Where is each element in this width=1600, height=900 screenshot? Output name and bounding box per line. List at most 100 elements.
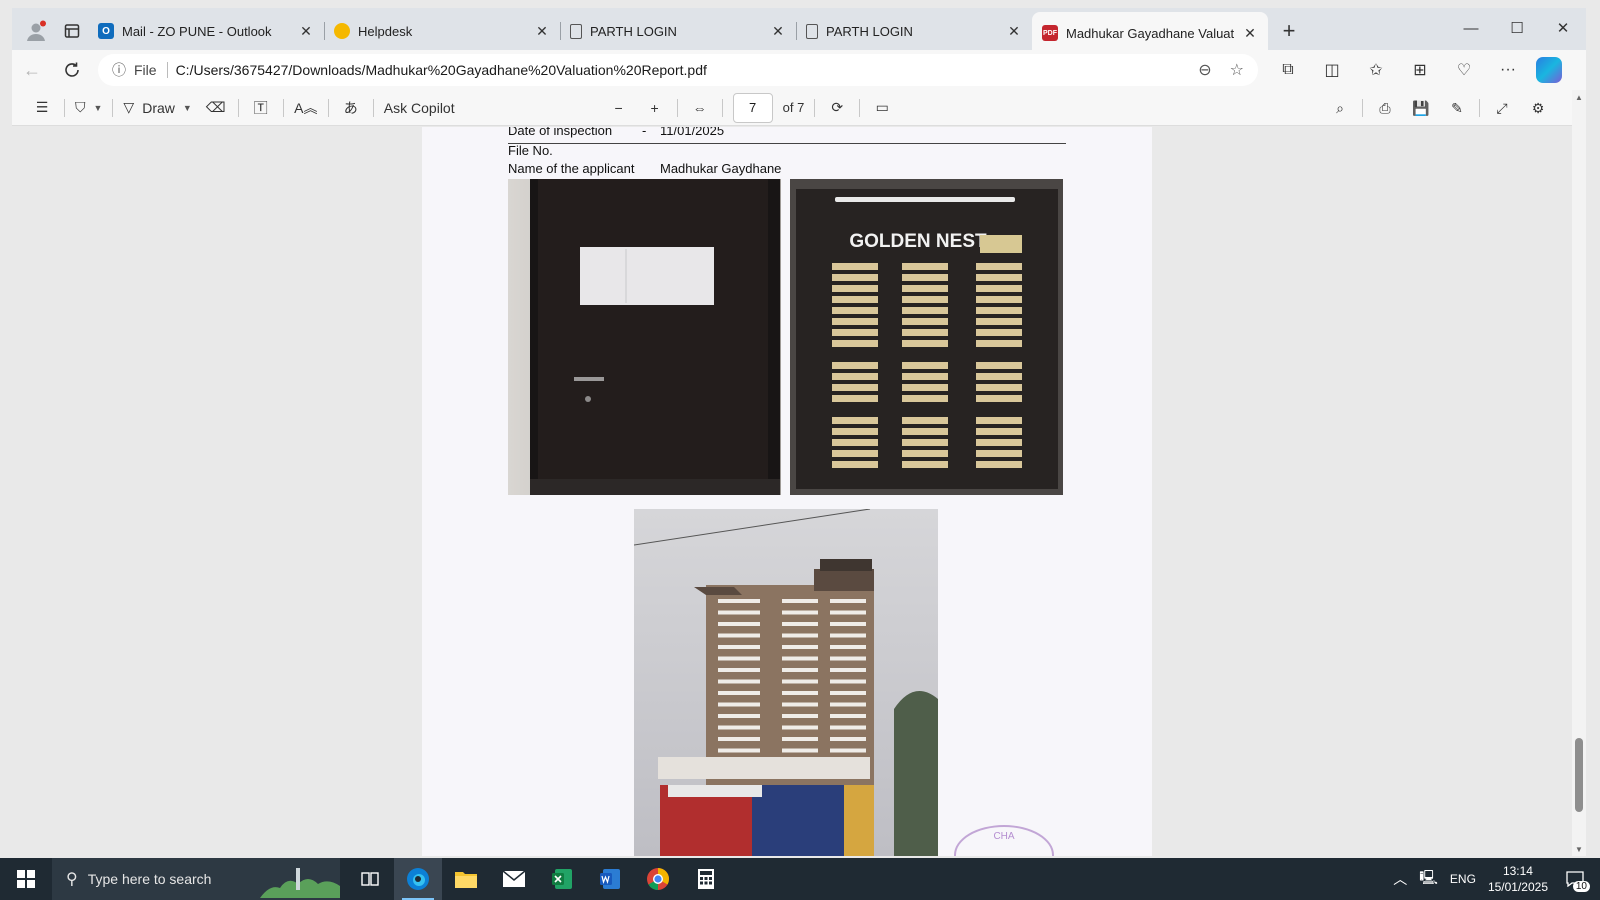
highlight-button[interactable]: ⛉ ▼ xyxy=(69,93,108,123)
back-icon[interactable]: ← xyxy=(12,53,52,87)
close-window-icon[interactable]: ✕ xyxy=(1540,8,1586,48)
inspection-date: 11/01/2025 xyxy=(660,127,725,138)
notification-center-icon[interactable]: 10 xyxy=(1560,864,1590,894)
save-icon[interactable]: 💾 xyxy=(1403,93,1439,123)
extensions-icon[interactable]: ⧉ xyxy=(1266,53,1310,87)
pdf-viewer[interactable]: Date of inspection - 11/01/2025 File No. N… xyxy=(12,127,1574,856)
tab-parth-login-1[interactable]: PARTH LOGIN ✕ xyxy=(560,12,796,50)
fit-to-width-icon[interactable]: ⇔ xyxy=(682,93,718,123)
page-number-input[interactable]: 7 xyxy=(732,92,773,123)
url-text[interactable]: C:/Users/3675427/Downloads/Madhukar%20Ga… xyxy=(176,62,1191,78)
address-bar-row: ← ⓘ File C:/Users/3675427/Downloads/Madh… xyxy=(12,50,1586,90)
translate-icon[interactable]: あ xyxy=(333,93,369,123)
page-view-icon[interactable]: ▭ xyxy=(864,93,900,123)
vertical-scrollbar[interactable]: ▲ ▼ xyxy=(1572,90,1586,856)
maximize-icon[interactable]: ☐ xyxy=(1494,8,1540,48)
rotate-icon[interactable]: ⟳ xyxy=(819,93,855,123)
contents-icon[interactable]: ☰ xyxy=(24,93,60,123)
name-plate xyxy=(832,318,878,325)
name-plate xyxy=(832,307,878,314)
task-view-icon[interactable] xyxy=(346,858,394,900)
minimize-icon[interactable]: ― xyxy=(1448,8,1494,48)
eraser-icon[interactable]: ⌫ xyxy=(198,93,234,123)
profile-avatar-icon[interactable] xyxy=(20,15,52,47)
excel-icon[interactable] xyxy=(538,858,586,900)
split-screen-icon[interactable]: ◫ xyxy=(1310,53,1354,87)
tab-helpdesk[interactable]: Helpdesk ✕ xyxy=(324,12,560,50)
name-plate xyxy=(976,428,1022,435)
zoom-out-icon[interactable]: ⊖ xyxy=(1198,60,1211,80)
close-tab-icon[interactable]: ✕ xyxy=(534,23,550,40)
tab-valuation-report[interactable]: PDF Madhukar Gayadhane Valuation F ✕ xyxy=(1032,12,1268,54)
browser-essentials-icon[interactable]: ♡ xyxy=(1442,53,1486,87)
draw-button[interactable]: ▽ Draw ▼ xyxy=(117,93,197,123)
copilot-icon[interactable] xyxy=(1536,57,1562,83)
name-plate xyxy=(832,362,878,369)
windows-start-icon[interactable] xyxy=(0,858,52,900)
search-icon: ⚲ xyxy=(66,871,78,888)
pdf-toolbar: ☰ ⛉ ▼ ▽ Draw ▼ ⌫ 🅃 A︽ あ Ask Copilot − + ⇔ 7… xyxy=(12,90,1586,126)
tab-parth-login-2[interactable]: PARTH LOGIN ✕ xyxy=(796,12,1032,50)
file-explorer-icon[interactable] xyxy=(442,858,490,900)
mail-icon[interactable] xyxy=(490,858,538,900)
name-plate xyxy=(976,395,1022,402)
balcony-rail xyxy=(830,691,866,695)
find-icon[interactable]: ⌕ xyxy=(1322,93,1358,123)
balcony-rail xyxy=(718,656,760,661)
name-plate xyxy=(832,274,878,281)
close-tab-icon[interactable]: ✕ xyxy=(770,23,786,40)
balcony-rail xyxy=(782,668,818,672)
network-icon[interactable]: 🖳 xyxy=(1419,867,1438,891)
chrome-icon[interactable] xyxy=(634,858,682,900)
calculator-icon[interactable] xyxy=(682,858,730,900)
print-icon[interactable]: ⎙ xyxy=(1367,93,1403,123)
clock-time: 13:14 xyxy=(1502,864,1533,878)
applicant-name: Madhukar Gaydhane xyxy=(660,161,782,176)
language-indicator[interactable]: ENG xyxy=(1450,872,1476,886)
scroll-thumb[interactable] xyxy=(1575,738,1583,812)
refresh-icon[interactable] xyxy=(52,53,92,87)
word-icon[interactable] xyxy=(586,858,634,900)
collections-icon[interactable]: ⊞ xyxy=(1398,53,1442,87)
chevron-down-icon: ▼ xyxy=(93,102,103,113)
tab-outlook[interactable]: O Mail - ZO PUNE - Outlook ✕ xyxy=(88,12,324,50)
info-icon[interactable]: ⓘ xyxy=(112,60,126,80)
balcony-rail xyxy=(718,599,760,603)
save-as-icon[interactable]: ✎ xyxy=(1439,93,1475,123)
address-input[interactable]: ⓘ File C:/Users/3675427/Downloads/Madhuk… xyxy=(98,54,1258,86)
balcony-rail xyxy=(718,679,760,684)
scroll-up-icon[interactable]: ▲ xyxy=(1572,90,1586,104)
balcony-rail xyxy=(830,622,866,626)
name-plate xyxy=(976,274,1022,281)
edge-browser-icon[interactable] xyxy=(394,858,442,900)
balcony-rail xyxy=(782,702,818,707)
zoom-out-button[interactable]: − xyxy=(601,93,637,123)
favorite-star-icon[interactable]: ☆ xyxy=(1230,60,1244,80)
balcony-rail xyxy=(782,610,818,615)
name-plate xyxy=(902,307,948,314)
close-tab-icon[interactable]: ✕ xyxy=(1242,25,1258,42)
tab-label: PARTH LOGIN xyxy=(590,23,677,39)
draw-label: Draw xyxy=(142,99,175,116)
read-aloud-icon[interactable]: A︽ xyxy=(288,93,324,123)
zoom-in-button[interactable]: + xyxy=(637,93,673,123)
chevron-up-icon[interactable]: ︿ xyxy=(1393,869,1407,889)
name-plate xyxy=(976,318,1022,325)
fullscreen-icon[interactable]: ⤢ xyxy=(1484,93,1520,123)
tab-actions-icon[interactable] xyxy=(56,15,88,47)
document-icon xyxy=(806,23,818,39)
close-tab-icon[interactable]: ✕ xyxy=(1006,23,1022,40)
favorites-icon[interactable]: ✩ xyxy=(1354,53,1398,87)
name-plate xyxy=(902,274,948,281)
more-options-icon[interactable]: ··· xyxy=(1486,53,1530,87)
taskbar-search-input[interactable]: ⚲ Type here to search xyxy=(52,858,340,900)
close-tab-icon[interactable]: ✕ xyxy=(298,23,314,40)
name-plate xyxy=(976,307,1022,314)
add-text-icon[interactable]: 🅃 xyxy=(243,93,279,123)
settings-gear-icon[interactable]: ⚙ xyxy=(1520,93,1556,123)
separator xyxy=(676,98,678,117)
clock[interactable]: 13:14 15/01/2025 xyxy=(1488,863,1548,895)
new-tab-icon[interactable]: + xyxy=(1274,16,1304,46)
ask-copilot-button[interactable]: Ask Copilot xyxy=(378,93,461,123)
scroll-down-icon[interactable]: ▼ xyxy=(1572,842,1586,856)
